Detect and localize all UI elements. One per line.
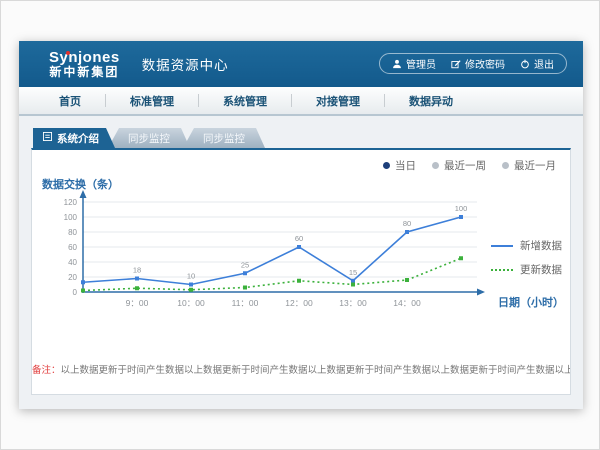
company-logo: Synjones 新中新集团 bbox=[49, 50, 120, 78]
svg-text:14：00: 14：00 bbox=[393, 298, 421, 308]
svg-text:12：00: 12：00 bbox=[285, 298, 313, 308]
radio-icon bbox=[502, 162, 509, 169]
document-icon bbox=[43, 132, 52, 144]
svg-text:40: 40 bbox=[68, 258, 77, 267]
svg-text:20: 20 bbox=[68, 273, 77, 282]
page-title: 数据资源中心 bbox=[142, 54, 229, 74]
logo-red-dot-icon bbox=[66, 51, 70, 55]
logo-text-en: Synjones bbox=[49, 50, 120, 66]
svg-text:15: 15 bbox=[349, 268, 357, 277]
svg-text:0: 0 bbox=[73, 288, 78, 297]
svg-text:11：00: 11：00 bbox=[232, 298, 259, 308]
svg-text:60: 60 bbox=[68, 243, 77, 252]
change-password-label: 修改密码 bbox=[465, 56, 505, 71]
user-icon bbox=[392, 59, 402, 69]
svg-text:9：00: 9：00 bbox=[126, 298, 149, 308]
legend-update-data: 更新数据 bbox=[491, 262, 562, 277]
screenshot-frame: Synjones 新中新集团 数据资源中心 管理员 修改密码 bbox=[0, 0, 600, 450]
edit-icon bbox=[451, 59, 461, 69]
svg-text:18: 18 bbox=[133, 266, 141, 275]
logout-label: 退出 bbox=[534, 56, 554, 71]
svg-text:80: 80 bbox=[68, 228, 77, 237]
filter-today[interactable]: 当日 bbox=[383, 158, 416, 173]
user-menu: 管理员 修改密码 退出 bbox=[379, 53, 567, 74]
svg-text:10: 10 bbox=[187, 272, 195, 281]
x-axis-title: 日期（小时） bbox=[498, 294, 564, 310]
footnote: 备注：以上数据更新于时间产生数据以上数据更新于时间产生数据以上数据更新于时间产生… bbox=[32, 362, 570, 376]
svg-text:10：00: 10：00 bbox=[177, 298, 205, 308]
svg-text:120: 120 bbox=[64, 198, 78, 207]
nav-item-interface-mgmt[interactable]: 对接管理 bbox=[292, 93, 384, 109]
dotted-line-icon bbox=[491, 269, 513, 271]
legend-new-data: 新增数据 bbox=[491, 238, 562, 253]
header-bar: Synjones 新中新集团 数据资源中心 管理员 修改密码 bbox=[19, 41, 583, 87]
svg-text:100: 100 bbox=[455, 204, 468, 213]
filter-last-week[interactable]: 最近一周 bbox=[432, 158, 486, 173]
line-chart: 0 20 40 60 80 100 120 9：00 10：00 11：00 12：00 13：00 1… bbox=[40, 182, 520, 314]
svg-text:60: 60 bbox=[295, 234, 303, 243]
tab-bar: 系统介绍 同步监控 同步监控 bbox=[33, 128, 571, 148]
nav-item-data-change[interactable]: 数据异动 bbox=[385, 93, 477, 109]
tab-label: 系统介绍 bbox=[57, 131, 99, 146]
filter-last-month[interactable]: 最近一月 bbox=[502, 158, 556, 173]
main-nav: 首页 标准管理 系统管理 对接管理 数据异动 bbox=[19, 87, 583, 116]
app-window: Synjones 新中新集团 数据资源中心 管理员 修改密码 bbox=[19, 41, 583, 409]
footnote-body: 以上数据更新于时间产生数据以上数据更新于时间产生数据以上数据更新于时间产生数据以… bbox=[61, 365, 570, 376]
radio-selected-icon bbox=[383, 162, 390, 169]
footnote-prefix: 备注： bbox=[32, 365, 61, 376]
legend-label: 新增数据 bbox=[520, 238, 562, 253]
logo-text-cn: 新中新集团 bbox=[49, 66, 120, 79]
change-password-button[interactable]: 修改密码 bbox=[451, 56, 505, 71]
filter-label: 当日 bbox=[395, 158, 416, 173]
tab-sync-monitor-1[interactable]: 同步监控 bbox=[108, 128, 190, 148]
tab-system-intro[interactable]: 系统介绍 bbox=[33, 128, 115, 148]
nav-item-home[interactable]: 首页 bbox=[35, 93, 105, 109]
power-icon bbox=[520, 59, 530, 69]
radio-icon bbox=[432, 162, 439, 169]
svg-text:13：00: 13：00 bbox=[339, 298, 367, 308]
admin-label: 管理员 bbox=[406, 56, 436, 71]
chart-panel: 当日 最近一周 最近一月 数据交换（条） 0204060801001209：00… bbox=[31, 148, 571, 395]
svg-text:100: 100 bbox=[64, 213, 78, 222]
logout-button[interactable]: 退出 bbox=[520, 56, 554, 71]
tab-label: 同步监控 bbox=[128, 131, 170, 146]
nav-item-system-mgmt[interactable]: 系统管理 bbox=[199, 93, 291, 109]
filter-label: 最近一周 bbox=[444, 158, 486, 173]
tab-sync-monitor-2[interactable]: 同步监控 bbox=[183, 128, 265, 148]
chart-legend: 新增数据 更新数据 bbox=[491, 238, 562, 277]
svg-text:80: 80 bbox=[403, 219, 411, 228]
filter-label: 最近一月 bbox=[514, 158, 556, 173]
content-area: 系统介绍 同步监控 同步监控 当日 最近一周 bbox=[19, 116, 583, 395]
time-range-filter: 当日 最近一周 最近一月 bbox=[383, 158, 556, 173]
solid-line-icon bbox=[491, 245, 513, 247]
svg-text:25: 25 bbox=[241, 260, 249, 269]
admin-user-button[interactable]: 管理员 bbox=[392, 56, 436, 71]
legend-label: 更新数据 bbox=[520, 262, 562, 277]
nav-item-standard-mgmt[interactable]: 标准管理 bbox=[106, 93, 198, 109]
tab-label: 同步监控 bbox=[203, 131, 245, 146]
